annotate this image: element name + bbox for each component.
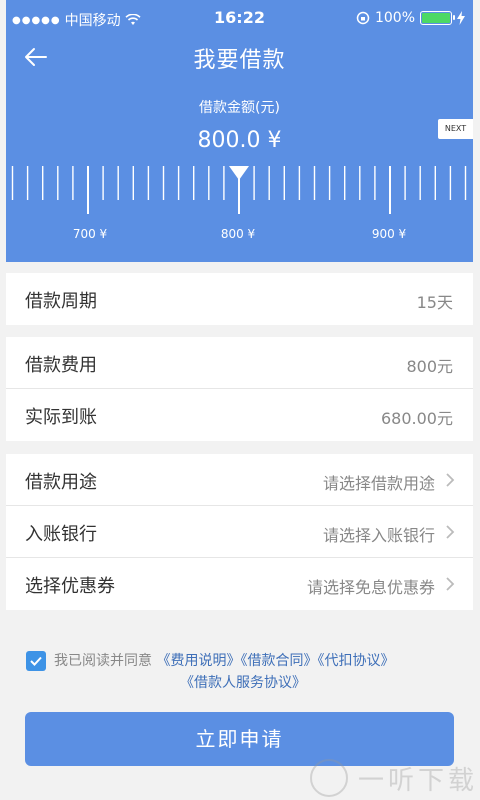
row-value: 15天	[416, 293, 453, 312]
row-loan-fee: 借款费用 800元	[6, 337, 473, 389]
link-borrower-service-agreement[interactable]: 《借款人服务协议》	[180, 675, 306, 691]
status-bar: ●●●●● 中国移动 16:22 100%	[6, 0, 473, 36]
battery-icon	[420, 11, 455, 25]
chevron-right-icon	[446, 577, 455, 591]
chevron-right-icon	[446, 473, 455, 487]
slider-pointer[interactable]	[229, 166, 249, 180]
link-fee-description[interactable]: 《费用说明》	[156, 653, 240, 669]
row-label: 选择优惠券	[25, 576, 115, 597]
row-coupon[interactable]: 选择优惠券 请选择免息优惠券	[6, 558, 473, 610]
scale-label-700: 700 ¥	[72, 227, 108, 241]
row-value: 680.00元	[381, 409, 453, 428]
charging-icon	[457, 11, 465, 25]
watermark-text: 一听下载	[358, 765, 479, 796]
agreement-prefix: 我已阅读并同意	[54, 653, 152, 669]
watermark: 一听下载	[310, 756, 480, 800]
amount-label: 借款金额(元)	[199, 100, 280, 116]
row-actual-received: 实际到账 680.00元	[6, 389, 473, 441]
scale-label-800: 800 ¥	[220, 227, 256, 241]
row-label: 入账银行	[25, 524, 97, 545]
link-withholding-agreement[interactable]: 《代扣协议》	[317, 653, 394, 669]
row-deposit-bank[interactable]: 入账银行 请选择入账银行	[6, 506, 473, 558]
row-loan-period: 借款周期 15天	[6, 273, 473, 325]
row-placeholder: 请选择入账银行	[322, 526, 435, 545]
scale-label-900: 900 ¥	[371, 227, 407, 241]
row-label: 借款费用	[25, 355, 97, 376]
row-label: 借款周期	[25, 291, 97, 312]
rotation-lock-icon	[356, 11, 370, 25]
check-icon	[30, 656, 42, 666]
agree-checkbox[interactable]	[26, 651, 46, 671]
watermark-logo-icon	[310, 759, 348, 797]
header-panel: ●●●●● 中国移动 16:22 100% 我要借款 借款金额(元) 800.0…	[6, 0, 473, 262]
row-loan-purpose[interactable]: 借款用途 请选择借款用途	[6, 454, 473, 506]
section-period: 借款周期 15天	[6, 273, 473, 325]
page-title: 我要借款	[193, 48, 286, 73]
amount-slider[interactable]	[6, 160, 473, 220]
status-right: 100%	[356, 10, 465, 26]
row-placeholder: 请选择免息优惠券	[306, 578, 435, 597]
section-options: 借款用途 请选择借款用途 入账银行 请选择入账银行 选择优惠券 请选择免息优惠券	[6, 454, 473, 610]
row-label: 实际到账	[25, 407, 97, 428]
row-value: 800元	[406, 357, 453, 376]
chevron-right-icon	[446, 525, 455, 539]
link-loan-contract[interactable]: 《借款合同》	[240, 653, 317, 669]
row-placeholder: 请选择借款用途	[322, 474, 435, 493]
row-label: 借款用途	[25, 472, 97, 493]
next-button[interactable]: NEXT	[438, 119, 473, 139]
agreement-line-2: 《借款人服务协议》	[180, 671, 306, 695]
amount-value: 800.0 ¥	[197, 128, 282, 153]
agreement-line: 我已阅读并同意 《费用说明》《借款合同》《代扣协议》	[54, 649, 394, 673]
section-fees: 借款费用 800元 实际到账 680.00元	[6, 337, 473, 441]
battery-percent: 100%	[374, 10, 415, 26]
